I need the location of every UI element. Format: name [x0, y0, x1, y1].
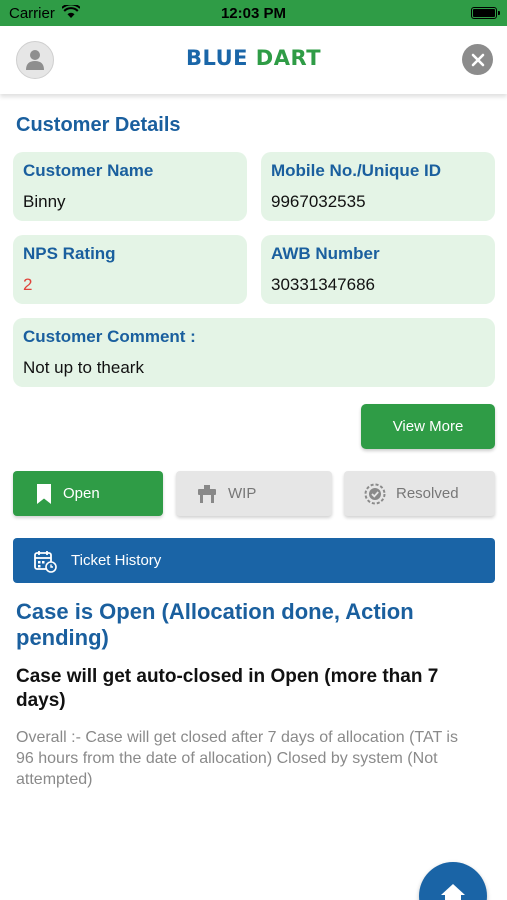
- customer-name-label: Customer Name: [23, 161, 154, 180]
- brand-word-dart: DART: [255, 46, 322, 70]
- view-more-button[interactable]: View More: [361, 404, 495, 449]
- blue-dart-logo: BLUE DART: [0, 46, 507, 70]
- nps-rating-value: 2: [23, 275, 33, 294]
- nps-rating-card: NPS Rating 2: [13, 235, 247, 304]
- brand-word-blue: BLUE: [185, 46, 248, 70]
- awb-number-value: 30331347686: [271, 275, 376, 294]
- customer-comment-label: Customer Comment :: [23, 327, 196, 346]
- customer-comment-card: Customer Comment : Not up to theark: [13, 318, 495, 387]
- awb-number-label: AWB Number: [271, 244, 380, 263]
- status-bar: Carrier 12:03 PM: [0, 0, 507, 26]
- tab-resolved[interactable]: Resolved: [344, 471, 495, 516]
- ticket-history-button[interactable]: Ticket History: [13, 538, 495, 583]
- case-auto-close-note: Case will get auto-closed in Open (more …: [16, 666, 439, 711]
- case-status-title: Case is Open (Allocation done, Action pe…: [16, 599, 414, 650]
- mobile-label: Mobile No./Unique ID: [271, 161, 441, 180]
- ticket-history-label: Ticket History: [71, 552, 162, 569]
- resolved-badge-icon: [364, 483, 386, 505]
- home-icon: [439, 882, 467, 900]
- mobile-value: 9967032535: [271, 192, 366, 211]
- tab-resolved-label: Resolved: [396, 485, 459, 502]
- customer-name-card: Customer Name Binny: [13, 152, 247, 221]
- tab-open[interactable]: Open: [13, 471, 163, 516]
- battery-icon: [471, 7, 500, 19]
- nps-rating-label: NPS Rating: [23, 244, 116, 263]
- app-header: BLUE DART: [0, 26, 507, 94]
- home-fab-button[interactable]: [419, 862, 487, 900]
- clock-time: 12:03 PM: [220, 5, 287, 22]
- awb-number-card: AWB Number 30331347686: [261, 235, 495, 304]
- customer-comment-value: Not up to theark: [23, 358, 144, 377]
- customer-details-title: Customer Details: [16, 114, 181, 136]
- bookmark-icon: [35, 483, 53, 505]
- close-icon[interactable]: [462, 44, 493, 75]
- calendar-history-icon: [33, 549, 57, 573]
- case-description: Overall :- Case will get closed after 7 …: [16, 729, 458, 788]
- tab-wip-label: WIP: [228, 485, 257, 502]
- tab-wip[interactable]: WIP: [176, 471, 332, 516]
- work-in-progress-icon: [196, 484, 218, 504]
- customer-name-value: Binny: [23, 192, 66, 211]
- tab-open-label: Open: [63, 485, 100, 502]
- mobile-card: Mobile No./Unique ID 9967032535: [261, 152, 495, 221]
